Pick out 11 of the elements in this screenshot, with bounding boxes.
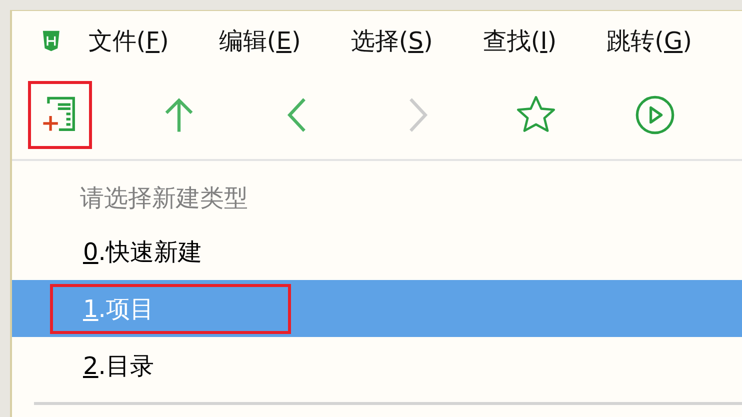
menu-item[interactable]: 选择(S) [350,25,433,57]
app-logo-icon [42,30,60,52]
menu-option[interactable]: 0.快速新建 [50,226,291,276]
play-icon [634,94,676,136]
menu-item[interactable]: 文件(F) [88,25,169,57]
menu-option[interactable]: 2.目录 [50,340,291,390]
dropdown-title: 请选择新建类型 [79,183,249,214]
menu-item[interactable]: 跳转(G) [606,25,692,57]
menu-item[interactable]: 查找(I) [482,25,557,57]
new-button[interactable] [28,81,92,149]
menu-item[interactable]: 编辑(E) [218,25,301,57]
